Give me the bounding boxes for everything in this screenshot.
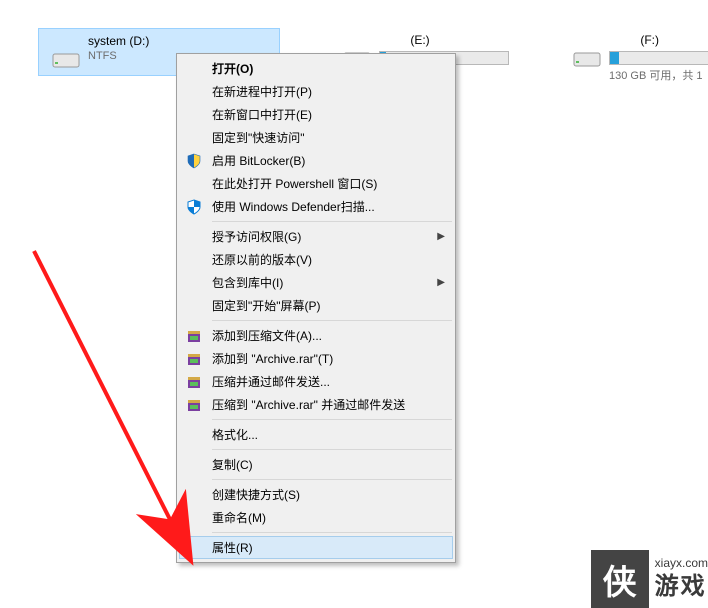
menu-defender-scan[interactable]: 使用 Windows Defender扫描... — [179, 195, 453, 218]
menu-compress-rar-email[interactable]: 压缩到 "Archive.rar" 并通过邮件发送 — [179, 393, 453, 416]
menu-create-shortcut[interactable]: 创建快捷方式(S) — [179, 483, 453, 506]
context-menu: 打开(O) 在新进程中打开(P) 在新窗口中打开(E) 固定到"快速访问" 启用… — [176, 53, 456, 563]
defender-icon — [185, 198, 203, 216]
menu-include-library[interactable]: 包含到库中(I)▶ — [179, 271, 453, 294]
menu-open[interactable]: 打开(O) — [179, 57, 453, 80]
drive-d-info: system (D:) NTFS — [88, 34, 149, 62]
menu-separator — [212, 479, 452, 480]
drive-e-label: (E:) — [379, 33, 509, 49]
winrar-icon — [185, 327, 203, 345]
menu-separator — [212, 320, 452, 321]
menu-add-archive[interactable]: 添加到压缩文件(A)... — [179, 324, 453, 347]
watermark-logo: 侠 — [591, 550, 649, 608]
menu-format[interactable]: 格式化... — [179, 423, 453, 446]
menu-pin-quick-access[interactable]: 固定到"快速访问" — [179, 126, 453, 149]
winrar-icon — [185, 350, 203, 368]
shield-icon — [185, 152, 203, 170]
drive-f-info: (F:) 130 GB 可用，共 1 — [609, 33, 708, 83]
watermark-site: xiayx.com — [655, 555, 708, 571]
menu-separator — [212, 419, 452, 420]
menu-properties[interactable]: 属性(R) — [179, 536, 453, 559]
menu-separator — [212, 449, 452, 450]
hdd-icon — [573, 51, 601, 69]
drive-f-status: 130 GB 可用，共 1 — [609, 67, 708, 83]
watermark-brand: 游戏 — [655, 571, 708, 603]
drive-f[interactable]: (F:) 130 GB 可用，共 1 — [560, 28, 708, 88]
menu-rename[interactable]: 重命名(M) — [179, 506, 453, 529]
menu-separator — [212, 532, 452, 533]
chevron-right-icon: ▶ — [437, 231, 445, 242]
drive-f-label: (F:) — [609, 33, 708, 49]
drive-f-usage-bar — [609, 51, 708, 65]
menu-open-new-process[interactable]: 在新进程中打开(P) — [179, 80, 453, 103]
menu-add-archive-rar[interactable]: 添加到 "Archive.rar"(T) — [179, 347, 453, 370]
winrar-icon — [185, 373, 203, 391]
menu-bitlocker[interactable]: 启用 BitLocker(B) — [179, 149, 453, 172]
chevron-right-icon: ▶ — [437, 277, 445, 288]
menu-copy[interactable]: 复制(C) — [179, 453, 453, 476]
hdd-icon — [52, 52, 80, 70]
watermark: 侠 xiayx.com 游戏 — [591, 550, 708, 608]
menu-pin-start[interactable]: 固定到"开始"屏幕(P) — [179, 294, 453, 317]
drive-d-fs: NTFS — [88, 50, 149, 62]
drive-d-label: system (D:) — [88, 34, 149, 50]
menu-restore-versions[interactable]: 还原以前的版本(V) — [179, 248, 453, 271]
menu-grant-access[interactable]: 授予访问权限(G)▶ — [179, 225, 453, 248]
winrar-icon — [185, 396, 203, 414]
menu-powershell[interactable]: 在此处打开 Powershell 窗口(S) — [179, 172, 453, 195]
menu-open-new-window[interactable]: 在新窗口中打开(E) — [179, 103, 453, 126]
menu-separator — [212, 221, 452, 222]
menu-compress-email[interactable]: 压缩并通过邮件发送... — [179, 370, 453, 393]
